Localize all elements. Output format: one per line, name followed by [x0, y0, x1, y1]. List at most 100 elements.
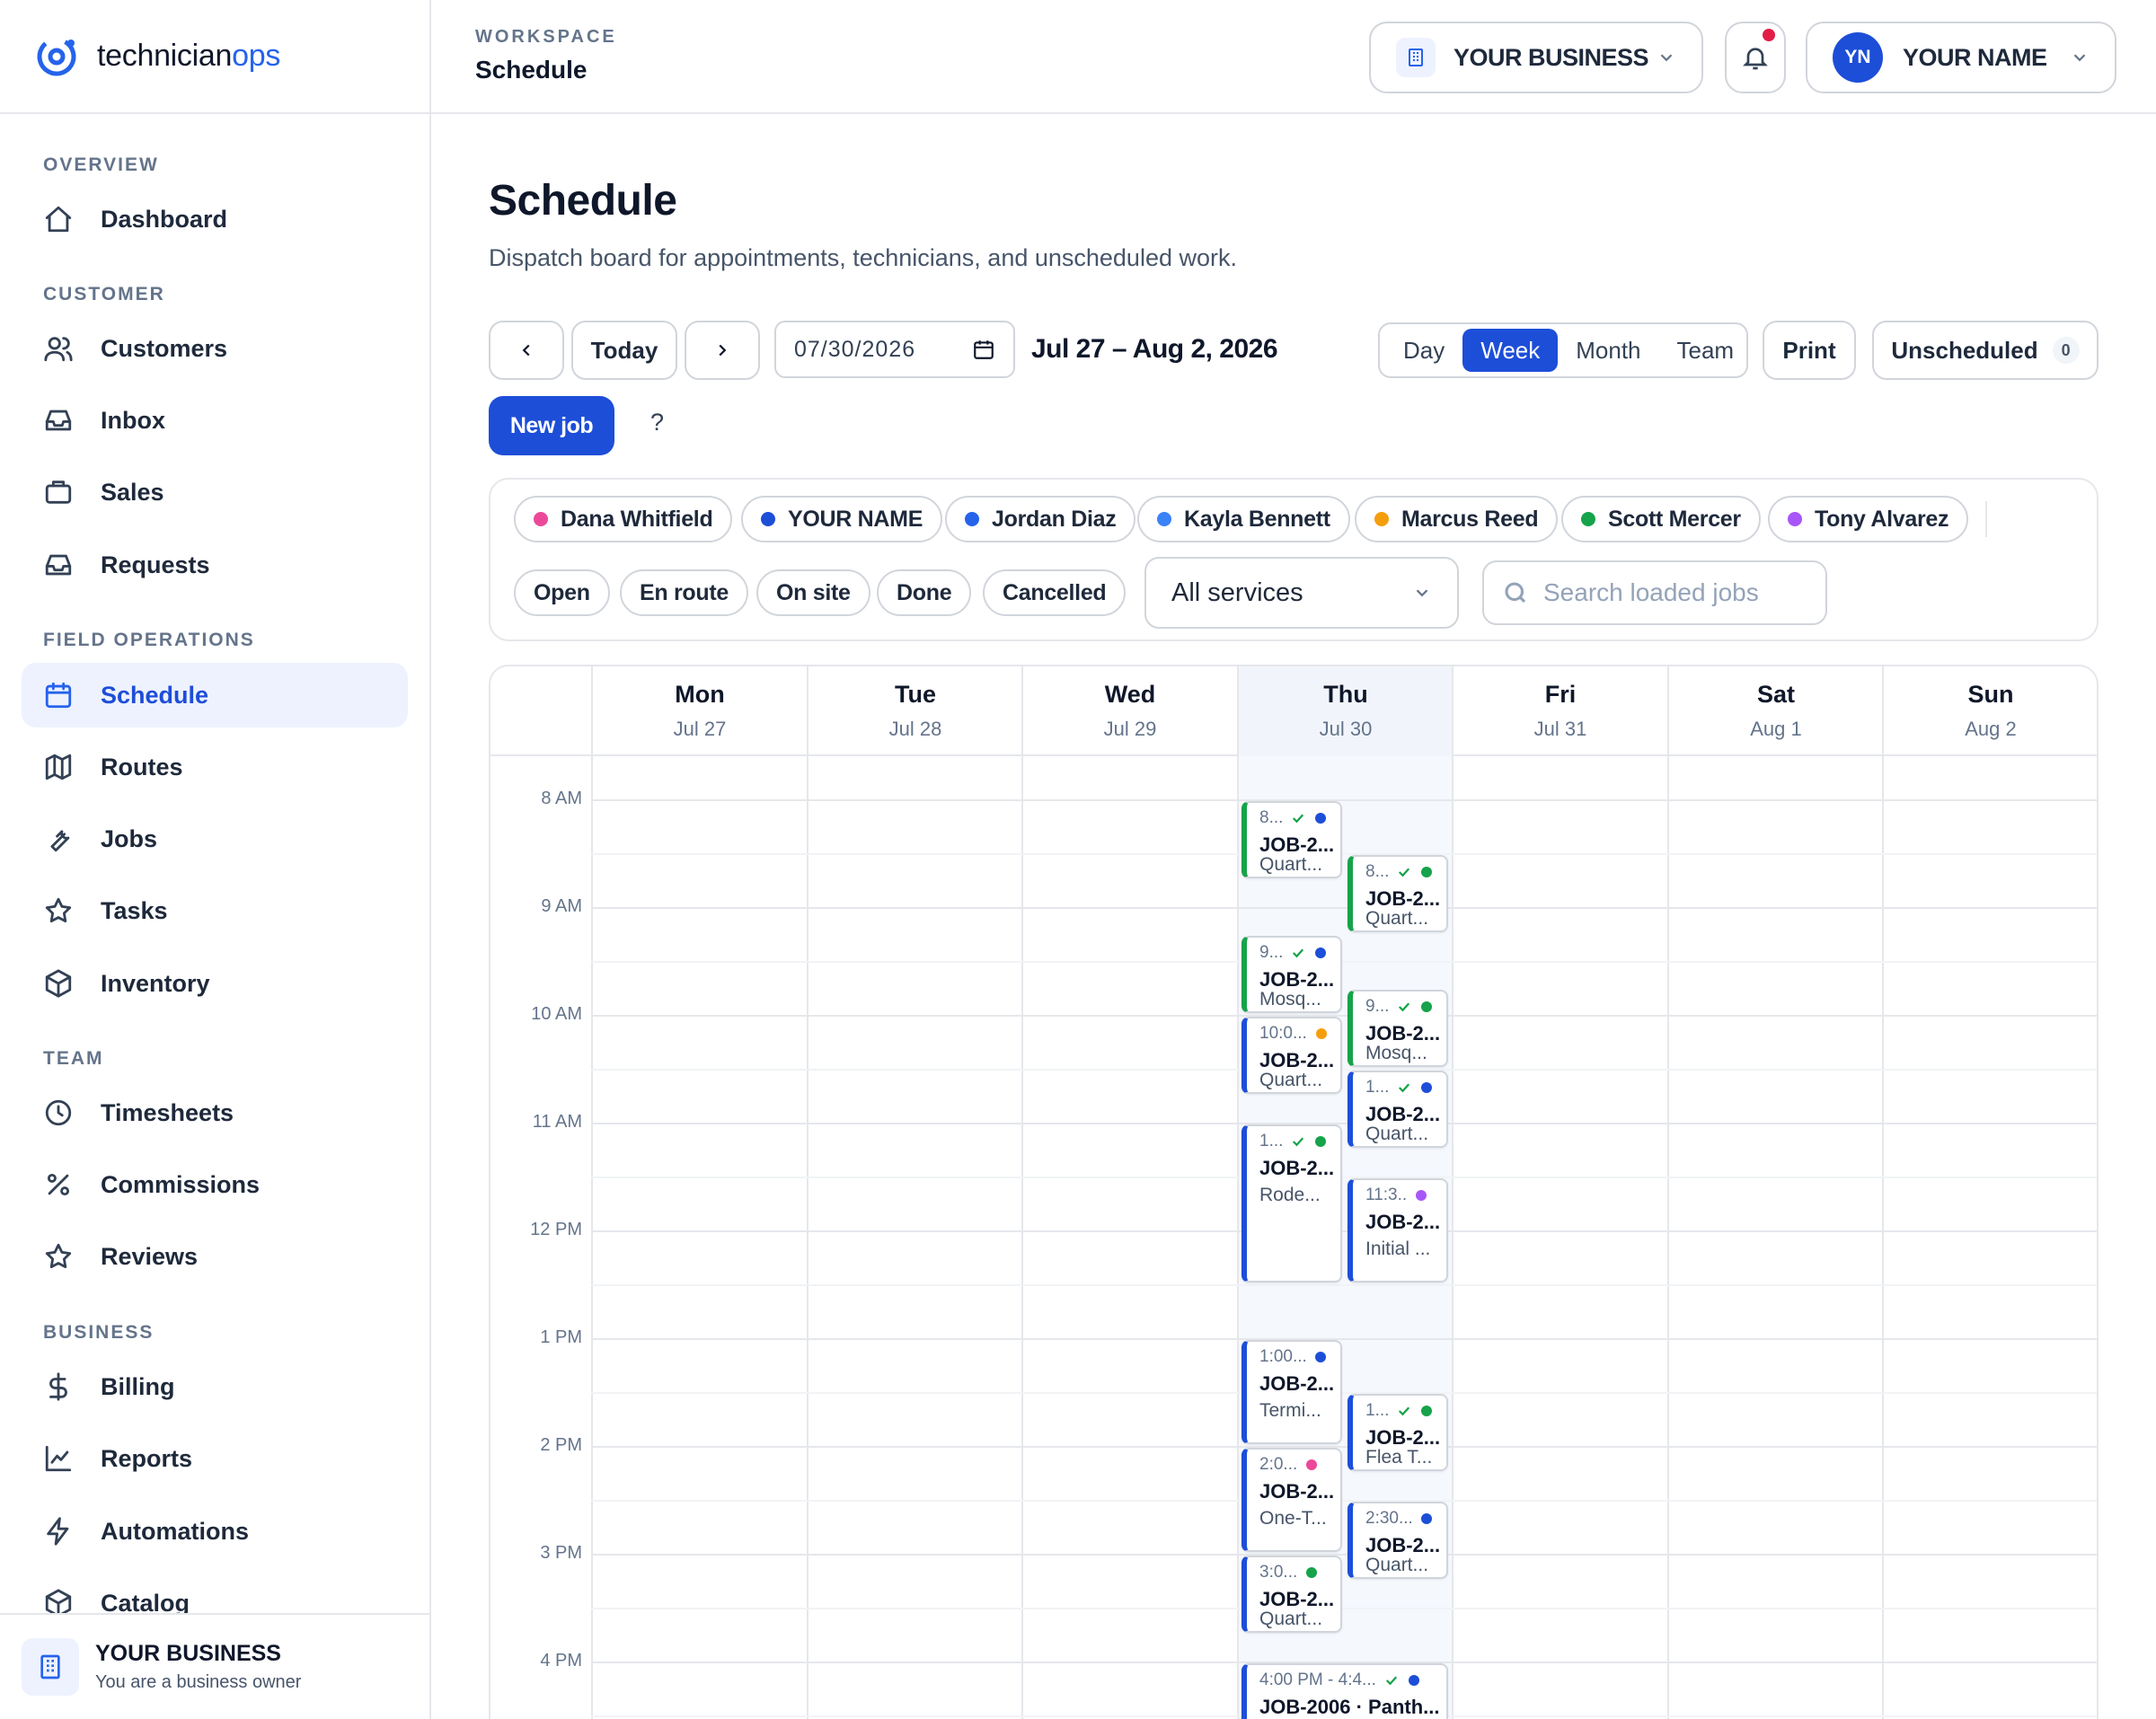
- job-card[interactable]: 9... JOB-2... Mosq...: [1348, 990, 1448, 1067]
- day-header-thu[interactable]: Thu Jul 30: [1237, 666, 1453, 756]
- sidebar-item-reports[interactable]: Reports: [22, 1426, 408, 1491]
- search-input[interactable]: Search loaded jobs: [1482, 560, 1827, 625]
- tech-chip-dana-whitfield[interactable]: Dana Whitfield: [514, 496, 733, 542]
- sidebar-item-inventory[interactable]: Inventory: [22, 951, 408, 1016]
- inbox-tray-icon: [45, 554, 72, 576]
- workspace-label: WORKSPACE: [475, 27, 617, 47]
- sidebar-item-schedule[interactable]: Schedule: [22, 663, 408, 727]
- tech-dot: [1315, 948, 1327, 958]
- top-bar: WORKSPACE Schedule YOUR BUSINESS YN YOUR…: [431, 0, 2156, 114]
- job-card[interactable]: 9... JOB-2... Mosq...: [1241, 936, 1342, 1013]
- job-card[interactable]: 10:0... JOB-2... Quart...: [1241, 1017, 1342, 1094]
- sidebar-item-commissions[interactable]: Commissions: [22, 1152, 408, 1217]
- day-header-wed[interactable]: Wed Jul 29: [1021, 666, 1237, 756]
- half-hour-line: [591, 853, 2097, 855]
- job-card[interactable]: 1... JOB-2... Rode...: [1241, 1124, 1342, 1283]
- sidebar-item-catalog[interactable]: Catalog: [22, 1571, 408, 1613]
- day-column-sun[interactable]: [1882, 756, 2097, 1719]
- sidebar: technicianops OVERVIEW Dashboard CUSTOME…: [0, 0, 431, 1719]
- status-chip-cancelled[interactable]: Cancelled: [983, 569, 1127, 616]
- day-header-sat[interactable]: Sat Aug 1: [1667, 666, 1883, 756]
- tech-dot: [1416, 1190, 1427, 1201]
- view-team[interactable]: Team: [1659, 329, 1753, 372]
- day-header-mon[interactable]: Mon Jul 27: [591, 666, 807, 756]
- day-header-sun[interactable]: Sun Aug 2: [1882, 666, 2097, 756]
- status-chip-done[interactable]: Done: [877, 569, 972, 616]
- tech-chip-tony-alvarez[interactable]: Tony Alvarez: [1768, 496, 1969, 542]
- tech-chip-kayla-bennett[interactable]: Kayla Bennett: [1137, 496, 1350, 542]
- star-outline-icon: [45, 1243, 72, 1269]
- status-chip-on-site[interactable]: On site: [756, 569, 870, 616]
- job-card[interactable]: 1:00... JOB-2... Termi...: [1241, 1340, 1342, 1444]
- tech-dot: [1421, 1513, 1432, 1524]
- prev-week-button[interactable]: [489, 321, 564, 380]
- dollar-icon: [49, 1372, 67, 1401]
- wrench-icon: [50, 830, 70, 852]
- notifications-button[interactable]: [1725, 22, 1786, 93]
- business-selector-label: YOUR BUSINESS: [1454, 43, 1649, 71]
- day-column-wed[interactable]: [1021, 756, 1237, 1719]
- unscheduled-button[interactable]: Unscheduled 0: [1872, 321, 2099, 380]
- date-picker-input[interactable]: 07/30/2026: [774, 321, 1015, 378]
- unscheduled-count-badge: 0: [2052, 337, 2080, 364]
- view-day[interactable]: Day: [1385, 329, 1462, 372]
- bell-icon: [1743, 48, 1768, 70]
- job-card[interactable]: 1... JOB-2... Flea T...: [1348, 1394, 1448, 1471]
- sidebar-item-routes[interactable]: Routes: [22, 735, 408, 799]
- bolt-icon: [47, 1517, 69, 1546]
- hour-label: 11 AM: [532, 1112, 582, 1132]
- service-select[interactable]: All services: [1144, 557, 1459, 629]
- sidebar-item-sales[interactable]: Sales: [22, 460, 408, 525]
- business-switcher[interactable]: YOUR BUSINESS You are a business owner: [0, 1613, 429, 1719]
- view-week[interactable]: Week: [1462, 329, 1559, 372]
- view-month[interactable]: Month: [1558, 329, 1658, 372]
- status-chip-en-route[interactable]: En route: [620, 569, 748, 616]
- sidebar-item-inbox[interactable]: Inbox: [22, 388, 408, 453]
- chevron-down-icon: [1660, 54, 1673, 62]
- sidebar-item-timesheets[interactable]: Timesheets: [22, 1080, 408, 1145]
- tech-chip-your-name[interactable]: YOUR NAME: [741, 496, 943, 542]
- brand[interactable]: technicianops: [0, 0, 429, 114]
- help-button[interactable]: ?: [650, 409, 664, 436]
- sidebar-item-billing[interactable]: Billing: [22, 1354, 408, 1419]
- day-column-fri[interactable]: [1452, 756, 1667, 1719]
- day-column-sat[interactable]: [1667, 756, 1883, 1719]
- business-selector[interactable]: YOUR BUSINESS: [1369, 22, 1703, 93]
- job-card[interactable]: 2:0... JOB-2... One-T...: [1241, 1448, 1342, 1552]
- job-card[interactable]: 2:30... JOB-2... Quart...: [1348, 1502, 1448, 1579]
- tech-chip-marcus-reed[interactable]: Marcus Reed: [1355, 496, 1559, 542]
- user-menu[interactable]: YN YOUR NAME: [1806, 22, 2116, 93]
- job-card[interactable]: 8... JOB-2... Quart...: [1348, 855, 1448, 932]
- new-job-button[interactable]: New job: [489, 396, 614, 455]
- job-card[interactable]: 8... JOB-2... Quart...: [1241, 801, 1342, 878]
- day-column-tue[interactable]: [807, 756, 1022, 1719]
- sidebar-item-jobs[interactable]: Jobs: [22, 807, 408, 871]
- day-column-mon[interactable]: [591, 756, 807, 1719]
- job-card[interactable]: 1... JOB-2... Quart...: [1348, 1071, 1448, 1148]
- half-hour-line: [591, 1177, 2097, 1178]
- sidebar-item-reviews[interactable]: Reviews: [22, 1224, 408, 1289]
- job-card[interactable]: 11:3... JOB-2...Initial ...: [1348, 1178, 1448, 1283]
- chevron-left-icon: [522, 344, 530, 357]
- tech-chip-scott-mercer[interactable]: Scott Mercer: [1561, 496, 1761, 542]
- print-button[interactable]: Print: [1763, 321, 1856, 380]
- hour-line: [591, 907, 2097, 909]
- sidebar-item-customers[interactable]: Customers: [22, 316, 408, 381]
- date-range-label: Jul 27 – Aug 2, 2026: [1031, 334, 1278, 364]
- job-card[interactable]: 4:00 PM - 4:4... JOB-2006 · Panth...: [1241, 1663, 1448, 1719]
- job-card[interactable]: 3:0... JOB-2... Quart...: [1241, 1556, 1342, 1633]
- tech-chip-jordan-diaz[interactable]: Jordan Diaz: [945, 496, 1136, 542]
- status-chip-open[interactable]: Open: [514, 569, 610, 616]
- today-button[interactable]: Today: [571, 321, 677, 380]
- sidebar-item-tasks[interactable]: Tasks: [22, 878, 408, 943]
- day-header-tue[interactable]: Tue Jul 28: [807, 666, 1022, 756]
- chevron-down-icon: [2073, 54, 2086, 62]
- sidebar-item-automations[interactable]: Automations: [22, 1499, 408, 1564]
- day-header-fri[interactable]: Fri Jul 31: [1452, 666, 1667, 756]
- clock-icon: [45, 1099, 72, 1126]
- check-icon: [1399, 1083, 1410, 1093]
- tech-dot: [1315, 1352, 1326, 1362]
- sidebar-item-requests[interactable]: Requests: [22, 533, 408, 597]
- sidebar-item-dashboard[interactable]: Dashboard: [22, 187, 408, 251]
- next-week-button[interactable]: [685, 321, 760, 380]
